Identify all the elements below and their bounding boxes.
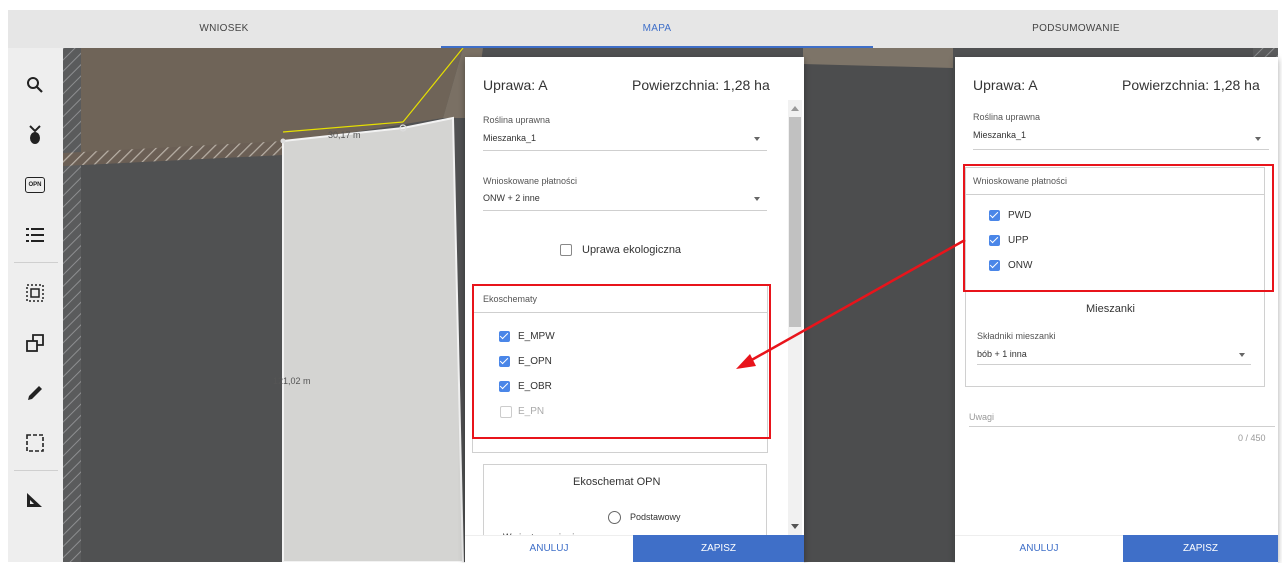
arrow-annotation — [736, 238, 966, 369]
